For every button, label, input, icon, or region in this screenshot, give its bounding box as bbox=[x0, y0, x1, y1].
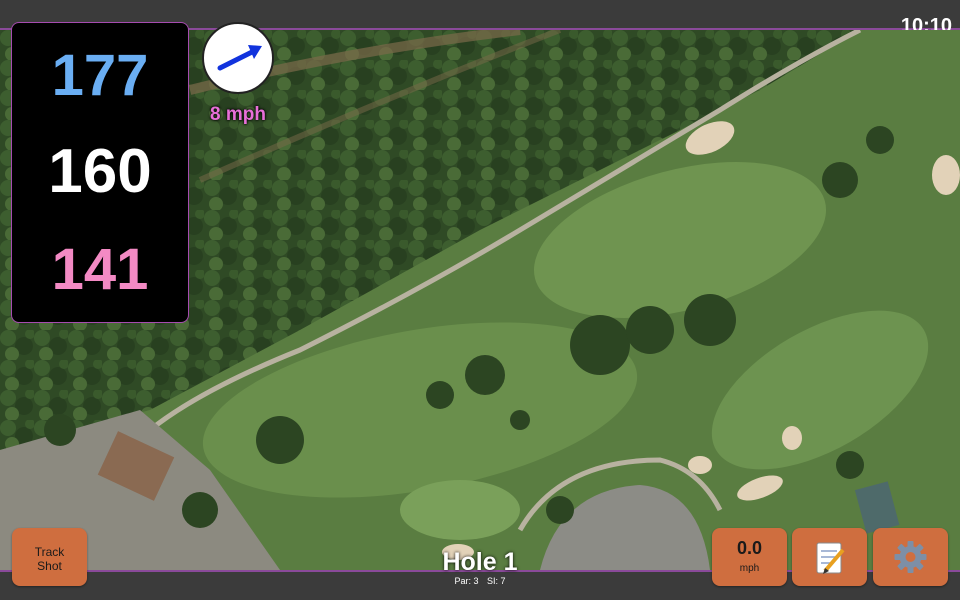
wind-speed: 8 mph bbox=[210, 104, 266, 125]
wind-indicator bbox=[202, 22, 274, 94]
distance-panel: 177 160 141 bbox=[11, 22, 189, 323]
track-shot-label-line2: Shot bbox=[37, 559, 62, 573]
back-distance: 177 bbox=[51, 43, 149, 108]
hole-meta: Par: 3 SI: 7 bbox=[380, 576, 580, 586]
speed-button[interactable]: 0.0 mph bbox=[712, 528, 787, 586]
gear-icon bbox=[894, 541, 927, 573]
speed-value: 0.0 bbox=[736, 538, 763, 558]
track-shot-button[interactable]: Track Shot bbox=[12, 528, 87, 586]
arrow-right-icon bbox=[217, 45, 262, 71]
front-distance: 141 bbox=[51, 237, 149, 302]
notes-button[interactable] bbox=[792, 528, 867, 586]
notepad-icon bbox=[816, 542, 845, 574]
hole-par: Par: 3 bbox=[454, 576, 479, 586]
settings-button[interactable] bbox=[873, 528, 948, 586]
track-shot-label-line1: Track bbox=[34, 545, 65, 559]
hole-title: Hole 1 bbox=[442, 548, 518, 576]
middle-distance: 160 bbox=[48, 137, 152, 206]
speed-unit: mph bbox=[739, 563, 760, 574]
hole-si: SI: 7 bbox=[487, 576, 506, 586]
hole-info: Hole 1 Par: 3 SI: 7 bbox=[380, 548, 580, 587]
